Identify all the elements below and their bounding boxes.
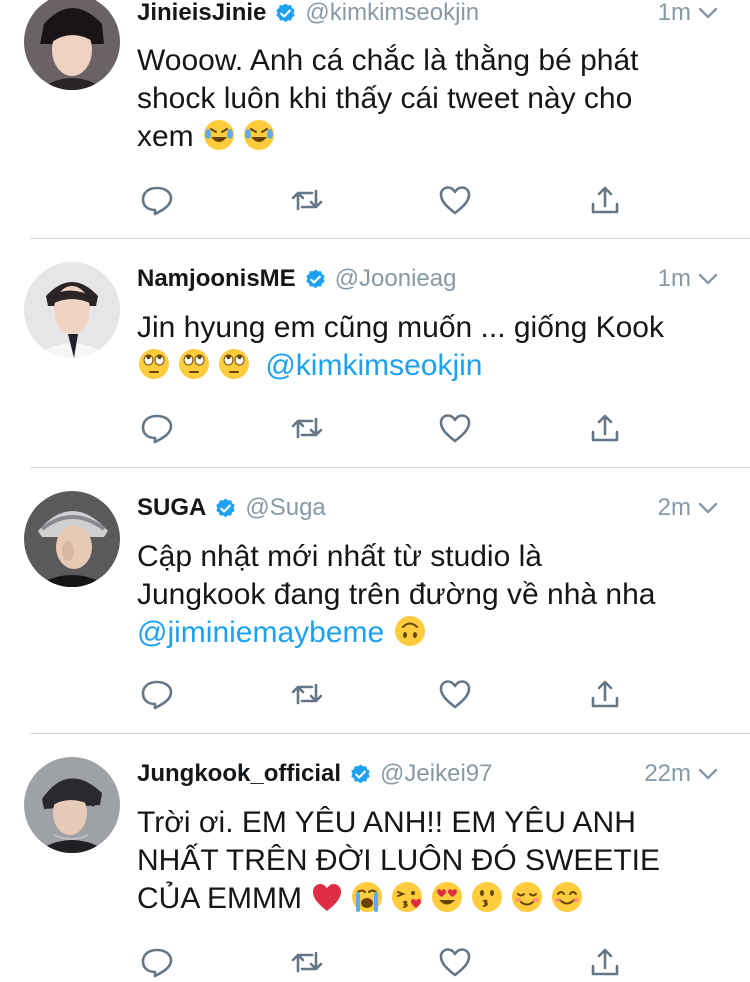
avatar-image <box>24 0 120 90</box>
reply-icon[interactable] <box>139 944 175 980</box>
face-blowing-kiss-emoji-icon <box>390 880 424 914</box>
red-heart-emoji-icon <box>310 880 344 914</box>
author-handle[interactable]: @kimkimseokjin <box>305 0 479 27</box>
avatar-image <box>24 757 120 853</box>
chevron-down-icon[interactable] <box>696 267 720 291</box>
tweet-text-line: Jin hyung em cũng muốn ... giống Kook <box>137 311 664 344</box>
avatar[interactable] <box>24 491 120 587</box>
tweet-text: Trời ơi. EM YÊU ANH!! EM YÊU ANH NHẤT TR… <box>137 804 727 918</box>
retweet-icon[interactable] <box>289 944 325 980</box>
rolling-eyes-emoji-icon <box>137 347 171 381</box>
author-name[interactable]: Jungkook_official <box>137 760 341 788</box>
avatar-image <box>24 491 120 587</box>
rolling-eyes-emoji-icon <box>217 347 251 381</box>
avatar-image <box>24 262 120 358</box>
avatar[interactable] <box>24 0 120 90</box>
timestamp: 22m <box>644 760 691 787</box>
tweet-text: Jin hyung em cũng muốn ... giống Kook @k… <box>137 309 727 385</box>
tweet-actions <box>137 182 637 218</box>
tweet-divider <box>30 733 750 734</box>
tweet-actions <box>137 676 637 712</box>
author-handle[interactable]: @Joonieag <box>335 265 457 293</box>
tweet-text-line: shock luôn khi thấy cái tweet này cho <box>137 82 633 115</box>
reply-icon[interactable] <box>139 410 175 446</box>
verified-badge-icon <box>351 763 370 783</box>
like-icon[interactable] <box>437 676 473 712</box>
tweet-divider <box>30 238 750 239</box>
tweet-text-line: Wooow. Anh cá chắc là thằng bé phát <box>137 44 639 77</box>
tweet-text-line: CỦA EMMM <box>137 882 302 915</box>
share-icon[interactable] <box>587 182 623 218</box>
like-icon[interactable] <box>437 182 473 218</box>
author-name[interactable]: NamjoonisME <box>137 265 296 293</box>
avatar[interactable] <box>24 262 120 358</box>
like-icon[interactable] <box>437 944 473 980</box>
verified-badge-icon <box>216 497 236 517</box>
relieved-face-emoji-icon <box>510 880 544 914</box>
reply-icon[interactable] <box>139 676 175 712</box>
verified-badge-icon <box>305 268 325 288</box>
retweet-icon[interactable] <box>289 676 325 712</box>
tweet-text-line: Trời ơi. EM YÊU ANH!! EM YÊU ANH <box>137 806 636 839</box>
like-icon[interactable] <box>437 410 473 446</box>
tweet-text-line: NHẤT TRÊN ĐỜI LUÔN ĐÓ SWEETIE <box>137 844 661 877</box>
tweet-divider <box>30 467 750 468</box>
retweet-icon[interactable] <box>289 182 325 218</box>
tweet-text: Cập nhật mới nhất từ studio là Jungkook … <box>137 538 727 652</box>
retweet-icon[interactable] <box>289 410 325 446</box>
avatar[interactable] <box>24 757 120 853</box>
rolling-eyes-emoji-icon <box>177 347 211 381</box>
reply-icon[interactable] <box>139 182 175 218</box>
timestamp: 2m <box>657 494 691 521</box>
tweet-text-line: Cập nhật mới nhất từ studio là <box>137 540 542 573</box>
chevron-down-icon[interactable] <box>696 1 720 25</box>
kissing-face-emoji-icon <box>470 880 504 914</box>
share-icon[interactable] <box>587 944 623 980</box>
rofl-emoji-icon <box>202 118 236 152</box>
smiling-face-emoji-icon <box>550 880 584 914</box>
timestamp: 1m <box>657 265 691 292</box>
author-name[interactable]: SUGA <box>137 494 206 522</box>
rofl-emoji-icon <box>242 118 276 152</box>
share-icon[interactable] <box>587 410 623 446</box>
mention-link[interactable]: @jiminiemaybeme <box>137 616 384 649</box>
upside-down-face-emoji-icon <box>393 614 427 648</box>
crying-face-emoji-icon <box>350 880 384 914</box>
author-handle[interactable]: @Suga <box>245 494 325 522</box>
share-icon[interactable] <box>587 676 623 712</box>
chevron-down-icon[interactable] <box>696 762 720 786</box>
mention-link[interactable]: @kimkimseokjin <box>265 349 482 382</box>
chevron-down-icon[interactable] <box>696 496 720 520</box>
heart-eyes-emoji-icon <box>430 880 464 914</box>
verified-badge-icon <box>276 2 296 22</box>
author-handle[interactable]: @Jeikei97 <box>380 760 492 788</box>
tweet-text-line: xem <box>137 120 194 153</box>
tweet-text: Wooow. Anh cá chắc là thằng bé phát shoc… <box>137 42 727 156</box>
tweet-actions <box>137 944 637 980</box>
tweet-actions <box>137 410 637 446</box>
timestamp: 1m <box>657 0 691 26</box>
author-name[interactable]: JinieisJinie <box>137 0 266 27</box>
tweet-text-line: Jungkook đang trên đường về nhà nha <box>137 578 656 611</box>
